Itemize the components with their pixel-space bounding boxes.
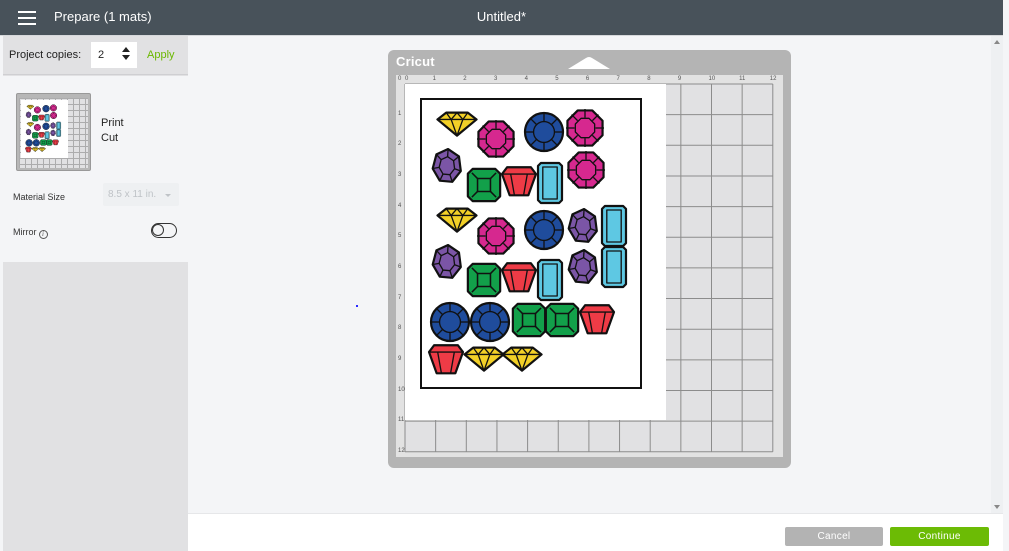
thumbnail-gem <box>50 129 56 137</box>
app-header: Prepare (1 mats) Untitled* <box>0 0 1003 35</box>
thumbnail-gem <box>44 131 50 140</box>
project-copies-bar: Project copies: 2 Apply <box>3 36 188 75</box>
thumbnail-gem <box>31 147 39 152</box>
thumbnail-gem <box>33 106 41 114</box>
material-size-value: 8.5 x 11 in. <box>108 189 157 200</box>
thumbnail-gem <box>40 139 47 146</box>
gem-hexagon <box>567 248 598 284</box>
apply-button[interactable]: Apply <box>147 49 175 61</box>
gem-designs[interactable] <box>388 50 791 468</box>
thumbnail-gem <box>25 139 33 147</box>
gem-cup <box>500 166 538 197</box>
thumbnail-gem <box>52 139 59 146</box>
gem-octagon <box>567 151 605 189</box>
gem-emerald <box>600 204 628 248</box>
document-title: Untitled* <box>476 9 527 24</box>
gem-emerald <box>536 161 564 205</box>
stepper-up-icon[interactable] <box>122 47 130 52</box>
gem-round <box>523 111 565 153</box>
gem-hexagon <box>567 207 598 243</box>
thumbnail-gem <box>26 122 35 127</box>
copies-stepper[interactable] <box>121 47 131 63</box>
left-panel: Project copies: 2 Apply Print Cut Materi… <box>3 36 188 551</box>
gem-octagon <box>566 109 604 147</box>
chevron-down-icon <box>165 194 171 197</box>
thumbnail-gem <box>33 123 41 131</box>
thumbnail-gem <box>42 105 50 113</box>
gem-square <box>544 302 580 338</box>
thumbnail-gem <box>25 128 32 136</box>
material-size-label: Material Size <box>13 192 66 202</box>
gem-diamond <box>463 346 505 372</box>
gem-round <box>523 209 565 251</box>
toggle-knob <box>152 224 164 236</box>
project-copies-value: 2 <box>98 49 105 61</box>
thumbnail-gem <box>56 121 61 130</box>
gem-square <box>466 167 502 203</box>
material-size-select[interactable]: 8.5 x 11 in. <box>103 183 179 206</box>
gem-hexagon <box>431 243 462 279</box>
thumbnail-gem <box>49 104 57 112</box>
thumbnail-gem <box>50 112 58 119</box>
thumbnail-gem <box>38 114 45 121</box>
mirror-label: Mirror i <box>13 227 48 239</box>
thumbnail-gems <box>25 104 61 153</box>
project-copies-label: Project copies: <box>9 49 82 61</box>
thumbnail-gem <box>56 129 61 137</box>
gem-cup <box>427 344 465 375</box>
thumbnail-gem <box>38 147 46 152</box>
gem-octagon <box>477 217 515 255</box>
scroll-up-icon[interactable] <box>994 40 1000 44</box>
thumbnail-gem <box>44 114 50 122</box>
thumbnail-gem <box>25 146 32 153</box>
gem-square <box>466 262 502 298</box>
gem-diamond <box>436 111 478 137</box>
info-icon[interactable]: i <box>38 230 48 239</box>
mat-mode-cut: Cut <box>101 132 119 144</box>
thumbnail-gem <box>32 139 40 147</box>
mat-mode: Print Cut <box>101 116 124 146</box>
scroll-down-icon[interactable] <box>994 505 1000 509</box>
gem-diamond <box>501 346 543 372</box>
gem-cup <box>578 304 616 335</box>
gem-round <box>429 301 471 343</box>
continue-button[interactable]: Continue <box>890 527 989 546</box>
thumbnail-mat-surface <box>19 98 88 168</box>
gem-emerald <box>536 258 564 302</box>
gem-diamond <box>436 207 478 233</box>
stepper-down-icon[interactable] <box>122 55 130 60</box>
gem-round <box>469 301 511 343</box>
mirror-label-text: Mirror <box>13 227 37 237</box>
thumbnail-gem <box>32 132 39 139</box>
thumbnail-gem <box>32 115 39 122</box>
cutting-mat: Cricut 0 1 2 3 4 5 6 7 8 9 10 11 12 0 1 2 3 4 5 6 7 8 9 10 11 12 <box>388 50 791 468</box>
gem-hexagon <box>431 147 462 183</box>
vertical-scrollbar[interactable] <box>991 36 1003 513</box>
mat-settings: Print Cut Material Size 8.5 x 11 in. Mir… <box>3 76 188 262</box>
thumbnail-gem <box>50 122 56 129</box>
project-copies-input[interactable]: 2 <box>91 42 137 68</box>
thumbnail-gem <box>46 139 53 146</box>
cancel-button[interactable]: Cancel <box>785 527 883 546</box>
thumbnail-gem <box>38 132 45 138</box>
mat-thumbnail[interactable] <box>16 93 91 171</box>
gem-octagon <box>477 120 515 158</box>
thumbnail-gem <box>25 111 32 118</box>
gem-emerald <box>600 245 628 289</box>
thumbnail-gem <box>42 122 50 130</box>
thumbnail-gem <box>26 104 35 110</box>
gem-square <box>511 302 547 338</box>
gem-cup <box>500 262 538 293</box>
mat-mode-print: Print <box>101 117 124 129</box>
cursor-dot <box>356 305 358 307</box>
footer-bar: Cancel Continue <box>188 513 1003 551</box>
mirror-toggle[interactable] <box>151 223 177 238</box>
